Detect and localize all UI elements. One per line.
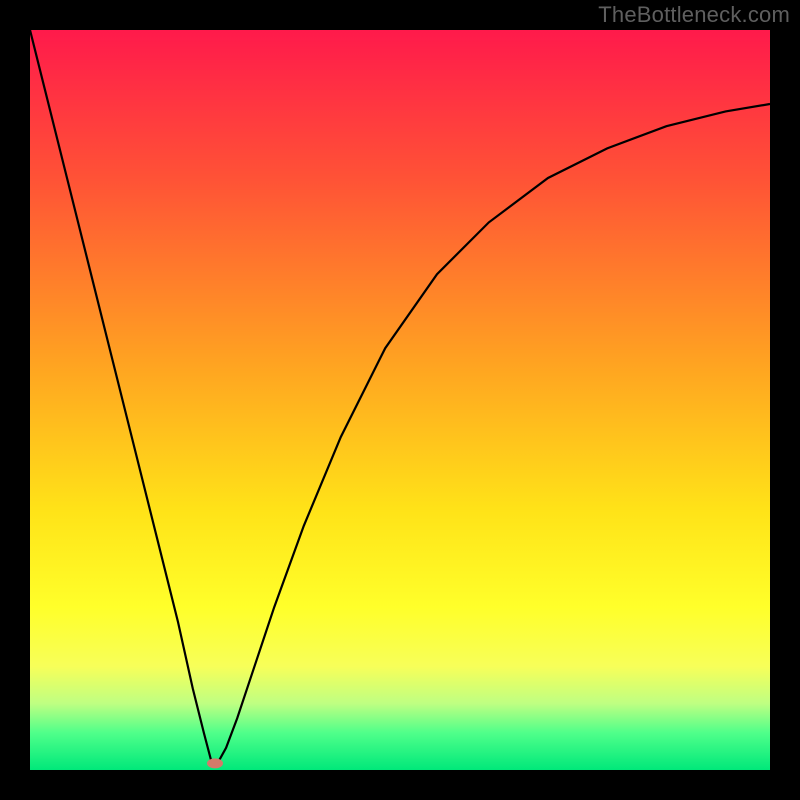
minimum-marker xyxy=(207,758,223,768)
watermark-text: TheBottleneck.com xyxy=(598,2,790,28)
bottleneck-chart xyxy=(30,30,770,770)
gradient-background xyxy=(30,30,770,770)
chart-frame: TheBottleneck.com xyxy=(0,0,800,800)
